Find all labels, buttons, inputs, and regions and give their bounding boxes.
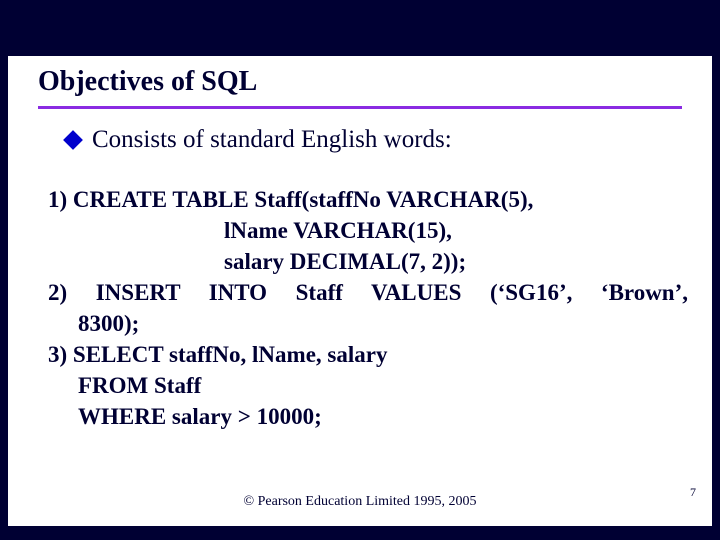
- code-line-1: 1) CREATE TABLE Staff(staffNo VARCHAR(5)…: [48, 184, 688, 215]
- code-tok: 2): [48, 280, 67, 305]
- code-line-5: 8300);: [48, 308, 688, 339]
- page-number: 7: [690, 485, 696, 500]
- slide-content: Objectives of SQL Consists of standard E…: [8, 56, 712, 526]
- code-line-8: WHERE salary > 10000;: [48, 401, 688, 432]
- diamond-icon: [63, 130, 83, 150]
- copyright-footer: © Pearson Education Limited 1995, 2005: [8, 494, 712, 510]
- code-tok: (‘SG16’,: [490, 280, 572, 305]
- code-line-7: FROM Staff: [48, 370, 688, 401]
- bullet-item: Consists of standard English words:: [66, 126, 452, 154]
- code-tok: VALUES: [371, 280, 461, 305]
- code-tok: Staff: [296, 280, 343, 305]
- slide: Objectives of SQL Consists of standard E…: [0, 0, 720, 540]
- code-tok: INTO: [209, 280, 267, 305]
- code-line-4: 2) INSERT INTO Staff VALUES (‘SG16’, ‘Br…: [48, 277, 688, 308]
- bullet-text: Consists of standard English words:: [92, 126, 452, 154]
- code-line-3: salary DECIMAL(7, 2));: [48, 246, 688, 277]
- code-line-6: 3) SELECT staffNo, lName, salary: [48, 339, 688, 370]
- code-tok: INSERT: [96, 280, 180, 305]
- slide-title: Objectives of SQL: [38, 66, 257, 98]
- code-line-2: lName VARCHAR(15),: [48, 215, 688, 246]
- title-underline: [38, 106, 682, 109]
- code-tok: ‘Brown’,: [601, 280, 688, 305]
- code-block: 1) CREATE TABLE Staff(staffNo VARCHAR(5)…: [48, 184, 688, 432]
